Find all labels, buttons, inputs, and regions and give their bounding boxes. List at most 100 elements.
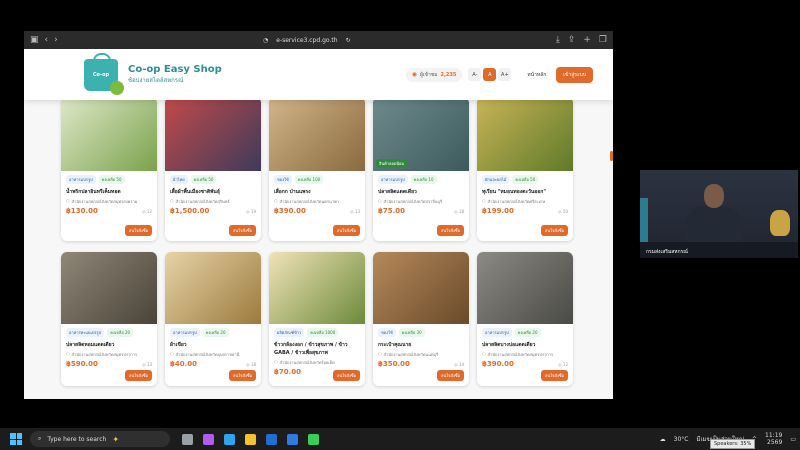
order-button[interactable]: สนใจสั่งซื้อ xyxy=(437,370,464,381)
product-name[interactable]: ผ้าเขียว xyxy=(170,341,256,349)
product-price: ฿75.00 xyxy=(378,207,406,215)
address-bar[interactable]: ◔ e-service3.cpd.go.th ↻ xyxy=(64,37,550,44)
product-card[interactable]: อาหารแปรรูป คงเหลือ 20 ผ้าเขียว ○ สำนักง… xyxy=(165,252,261,386)
site-title: Co-op Easy Shop xyxy=(128,64,222,75)
scroll-indicator[interactable] xyxy=(610,151,613,161)
view-count-value: 13 xyxy=(354,208,360,214)
view-count: ◎ 12 xyxy=(558,361,568,367)
product-org: ○ สำนักงานสหกรณ์จังหวัดร้อยเอ็ด xyxy=(274,359,360,366)
product-price: ฿1,500.00 xyxy=(170,207,210,215)
product-image[interactable]: สินค้ายอดนิยม xyxy=(373,97,469,171)
view-count: ◎ 18 xyxy=(454,208,464,214)
product-name[interactable]: เสื่อกก ป่านแพรง xyxy=(274,188,360,196)
product-card[interactable]: ของใช้ คงเหลือ 30 กระเป๋าคุณนาย ○ สำนักง… xyxy=(373,252,469,386)
stock-tag: คงเหลือ 20 xyxy=(107,328,134,337)
clock[interactable]: 11:19 2569 xyxy=(765,432,782,446)
order-button[interactable]: สนใจสั่งซื้อ xyxy=(333,225,360,236)
product-name[interactable]: ปลาสลิดหอมแดดเดียว xyxy=(66,341,152,349)
font-normal-button[interactable]: A xyxy=(483,68,497,81)
product-image[interactable] xyxy=(165,97,261,171)
task-view-icon[interactable] xyxy=(182,433,193,445)
reload-icon[interactable]: ↻ xyxy=(346,37,351,44)
product-image[interactable] xyxy=(269,97,365,171)
stock-tag: คงเหลือ 20 xyxy=(202,328,229,337)
font-decrease-button[interactable]: A- xyxy=(468,68,482,81)
download-icon[interactable]: ⤓ xyxy=(556,31,560,49)
product-image[interactable] xyxy=(165,252,261,324)
new-tab-icon[interactable]: + xyxy=(583,31,591,49)
order-button[interactable]: สนใจสั่งซื้อ xyxy=(541,370,568,381)
copilot-icon[interactable] xyxy=(203,433,214,445)
product-card[interactable]: ผลิตภัณฑ์ข้าว คงเหลือ 1000 ข้าวกล้องงอก … xyxy=(269,252,365,386)
product-card[interactable]: ผักและผลไม้ คงเหลือ 50 ทุเรียน "หมอนทองต… xyxy=(477,97,573,241)
windows-start-icon[interactable] xyxy=(10,433,22,445)
product-name[interactable]: ปลาสลิดแดดเดียว xyxy=(378,188,464,196)
product-name[interactable]: ทุเรียน "หมอนทองตะวันออก" xyxy=(482,188,568,196)
zoom-icon[interactable] xyxy=(287,433,298,445)
product-name[interactable]: เสื้อผ้าพื้นเมืองชาติพันธุ์ xyxy=(170,188,256,196)
taskbar-search[interactable]: ⌕ Type here to search ✦ xyxy=(30,431,170,447)
privacy-icon: ◔ xyxy=(262,36,269,44)
org-name: สำนักงานสหกรณ์จังหวัดสมุทรสงคราม xyxy=(71,199,138,204)
stock-tag: คงเหลือ 10 xyxy=(410,175,437,184)
windows-taskbar: ⌕ Type here to search ✦ ☁ 30°C มีเมฆเป็น… xyxy=(0,428,800,450)
product-card[interactable]: ของใช้ คงเหลือ 100 เสื่อกก ป่านแพรง ○ สำ… xyxy=(269,97,365,241)
product-name[interactable]: กระเป๋าคุณนาย xyxy=(378,341,464,349)
stock-tag: คงเหลือ 50 xyxy=(190,175,217,184)
location-icon: ○ xyxy=(170,198,174,203)
product-image[interactable] xyxy=(373,252,469,324)
order-button[interactable]: สนใจสั่งซื้อ xyxy=(333,370,360,381)
product-image[interactable] xyxy=(269,252,365,324)
video-participant-tile[interactable]: กรมส่งเสริมสหกรณ์ xyxy=(640,170,798,258)
category-tag: ผลิตภัณฑ์ข้าว xyxy=(274,328,305,337)
order-button[interactable]: สนใจสั่งซื้อ xyxy=(229,370,256,381)
product-card[interactable]: สินค้ายอดนิยม อาหารแปรรูป คงเหลือ 10 ปลา… xyxy=(373,97,469,241)
stock-tag: คงเหลือ 20 xyxy=(514,328,541,337)
product-name[interactable]: ข้าวกล้องงอก / ข้าวสุขภาพ / ข้าว GABA / … xyxy=(274,341,360,357)
share-icon[interactable]: ⇪ xyxy=(568,31,576,49)
order-button[interactable]: สนใจสั่งซื้อ xyxy=(125,370,152,381)
product-name[interactable]: น้ำพริกปลาอินทรีเค็มทอด xyxy=(66,188,152,196)
edge-icon[interactable] xyxy=(224,433,235,445)
order-button[interactable]: สนใจสั่งซื้อ xyxy=(229,225,256,236)
product-image[interactable] xyxy=(61,97,157,171)
product-card[interactable]: อาหารแปรรูป คงเหลือ 20 ปลาสลิดบางบ่อแดดเ… xyxy=(477,252,573,386)
org-name: สำนักงานสหกรณ์จังหวัดนครนายก xyxy=(279,199,339,204)
location-icon: ○ xyxy=(482,198,486,203)
tabs-overview-icon[interactable]: ❐ xyxy=(599,31,607,49)
product-card[interactable]: อาหารทะเลแปรรูป คงเหลือ 20 ปลาสลิดหอมแดด… xyxy=(61,252,157,386)
temperature: 30°C xyxy=(673,435,689,443)
visitors-count: 2,235 xyxy=(440,71,457,78)
font-increase-button[interactable]: A+ xyxy=(498,68,512,81)
site-logo[interactable]: Co-op Co-op Easy Shop ช้อปง่ายสไตล์สหกรณ… xyxy=(84,52,222,95)
order-button[interactable]: สนใจสั่งซื้อ xyxy=(437,225,464,236)
product-org: ○ สำนักงานสหกรณ์จังหวัดปราจีนบุรี xyxy=(378,198,464,205)
forward-icon[interactable]: › xyxy=(54,31,58,49)
location-icon: ○ xyxy=(378,198,382,203)
view-count-value: 14 xyxy=(458,361,464,367)
category-tag: อาหารแปรรูป xyxy=(66,175,96,184)
product-name[interactable]: ปลาสลิดบางบ่อแดดเดียว xyxy=(482,341,568,349)
view-count: ◎ 12 xyxy=(142,208,152,214)
view-count-value: 18 xyxy=(250,361,256,367)
order-button[interactable]: สนใจสั่งซื้อ xyxy=(125,225,152,236)
login-button[interactable]: เข้าสู่ระบบ xyxy=(556,66,593,83)
stock-tag: คงเหลือ 1000 xyxy=(307,328,339,337)
location-icon: ○ xyxy=(274,198,278,203)
home-link[interactable]: หน้าหลัก xyxy=(527,71,546,79)
file-explorer-icon[interactable] xyxy=(245,433,256,445)
logo-badge: Co-op xyxy=(92,71,110,78)
back-icon[interactable]: ‹ xyxy=(45,31,49,49)
product-card[interactable]: ผ้าไทย คงเหลือ 50 เสื้อผ้าพื้นเมืองชาติพ… xyxy=(165,97,261,241)
order-button[interactable]: สนใจสั่งซื้อ xyxy=(541,225,568,236)
product-image[interactable] xyxy=(477,97,573,171)
product-org: ○ สำนักงานสหกรณ์จังหวัดนนทบุรี xyxy=(378,351,464,358)
notification-icon[interactable]: ▭ xyxy=(790,436,796,443)
product-card[interactable]: อาหารแปรรูป คงเหลือ 50 น้ำพริกปลาอินทรีเ… xyxy=(61,97,157,241)
product-image[interactable] xyxy=(477,252,573,324)
outlook-icon[interactable] xyxy=(266,433,277,445)
copilot-sparkle-icon: ✦ xyxy=(112,434,120,444)
product-image[interactable] xyxy=(61,252,157,324)
line-icon[interactable] xyxy=(308,433,319,445)
sidebar-toggle-icon[interactable]: ▣ xyxy=(30,31,39,49)
